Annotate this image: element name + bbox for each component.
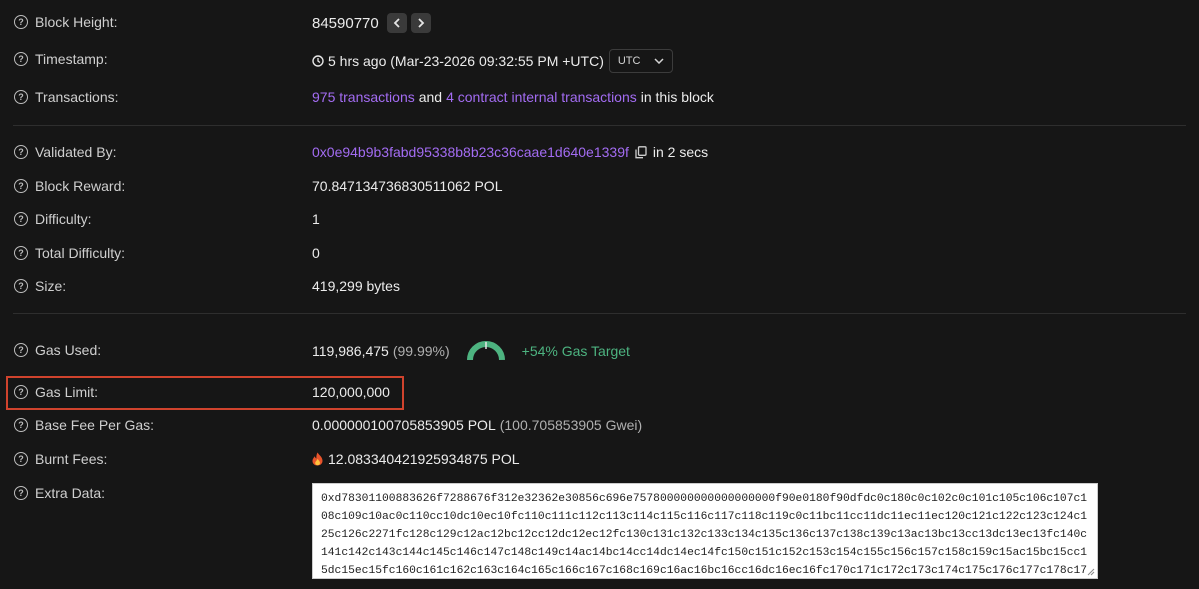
total-difficulty-label: ? Total Difficulty:: [14, 245, 125, 261]
timestamp-value-group: 5 hrs ago (Mar-23-2026 09:32:55 PM +UTC)…: [312, 48, 674, 74]
divider: [13, 313, 1186, 314]
extra-data-textarea[interactable]: 0xd78301100883626f7288676f312e32362e3085…: [312, 483, 1098, 579]
help-icon[interactable]: ?: [14, 90, 28, 104]
base-fee-gwei: (100.705853905 Gwei): [499, 417, 643, 433]
chevron-left-icon: [393, 18, 400, 28]
divider: [13, 125, 1186, 126]
total-difficulty-row: ? Total Difficulty: 0: [0, 244, 1199, 264]
base-fee-value: 0.000000100705853905 POL: [312, 417, 496, 433]
extra-data-label: ? Extra Data:: [14, 485, 105, 501]
help-icon[interactable]: ?: [14, 15, 28, 29]
transactions-row: ? Transactions: 975 transactions and 4 co…: [0, 88, 1199, 108]
chevron-down-icon: [654, 58, 664, 64]
internal-transactions-link[interactable]: 4 contract internal transactions: [446, 89, 637, 105]
burnt-fees-label: ? Burnt Fees:: [14, 451, 107, 467]
gas-used-percent: (99.99%): [392, 343, 450, 359]
timestamp-row: ? Timestamp: 5 hrs ago (Mar-23-2026 09:32…: [0, 48, 1199, 74]
timestamp-label: ? Timestamp:: [14, 51, 108, 67]
fire-icon: [312, 452, 323, 466]
validated-time: in 2 secs: [652, 144, 709, 160]
help-icon[interactable]: ?: [14, 279, 28, 293]
block-height-value-group: 84590770: [312, 11, 431, 35]
gas-limit-row: ? Gas Limit: 120,000,000: [0, 383, 1199, 403]
resize-handle-icon[interactable]: [1087, 568, 1095, 576]
block-reward-row: ? Block Reward: 70.847134736830511062 POL: [0, 177, 1199, 197]
help-icon[interactable]: ?: [14, 343, 28, 357]
gas-target: +54% Gas Target: [521, 343, 630, 359]
burnt-fees-value-group: 12.083340421925934875 POL: [312, 451, 520, 467]
validated-by-row: ? Validated By: 0x0e94b9b3fabd95338b8b23c…: [0, 143, 1199, 163]
clock-icon: [312, 55, 324, 67]
help-icon[interactable]: ?: [14, 212, 28, 226]
help-icon[interactable]: ?: [14, 179, 28, 193]
gas-limit-value: 120,000,000: [312, 384, 390, 400]
gas-used-value-group: 119,986,475 (99.99%) +54% Gas Target: [312, 338, 630, 364]
burnt-fees-row: ? Burnt Fees: 12.083340421925934875 POL: [0, 450, 1199, 470]
block-height-label: ? Block Height:: [14, 14, 117, 30]
size-row: ? Size: 419,299 bytes: [0, 277, 1199, 297]
timezone-select[interactable]: UTC: [608, 49, 674, 73]
validated-by-label: ? Validated By:: [14, 144, 116, 160]
help-icon[interactable]: ?: [14, 246, 28, 260]
transactions-label: ? Transactions:: [14, 89, 119, 105]
transactions-link[interactable]: 975 transactions: [312, 89, 415, 105]
timestamp-value: 5 hrs ago (Mar-23-2026 09:32:55 PM +UTC): [328, 53, 604, 69]
block-reward-value: 70.847134736830511062 POL: [312, 178, 503, 194]
validated-by-value: 0x0e94b9b3fabd95338b8b23c36caae1d640e133…: [312, 144, 708, 160]
block-height-row: ? Block Height: 84590770: [0, 11, 1199, 35]
gas-limit-label: ? Gas Limit:: [14, 384, 98, 400]
base-fee-value-group: 0.000000100705853905 POL (100.705853905 …: [312, 417, 642, 433]
block-reward-label: ? Block Reward:: [14, 178, 125, 194]
gas-used-row: ? Gas Used: 119,986,475 (99.99%) +54% Gas…: [0, 338, 1199, 364]
block-height-value: 84590770: [312, 14, 379, 32]
copy-icon[interactable]: [635, 145, 647, 159]
transactions-value: 975 transactions and 4 contract internal…: [312, 89, 714, 105]
help-icon[interactable]: ?: [14, 452, 28, 466]
base-fee-label: ? Base Fee Per Gas:: [14, 417, 154, 433]
difficulty-label: ? Difficulty:: [14, 211, 92, 227]
burnt-fees-value: 12.083340421925934875 POL: [328, 451, 520, 467]
difficulty-row: ? Difficulty: 1: [0, 210, 1199, 230]
size-value: 419,299 bytes: [312, 278, 400, 294]
next-block-button[interactable]: [410, 13, 431, 33]
previous-block-button[interactable]: [386, 13, 407, 33]
gas-used-label: ? Gas Used:: [14, 342, 101, 358]
total-difficulty-value: 0: [312, 245, 320, 261]
validator-address-link[interactable]: 0x0e94b9b3fabd95338b8b23c36caae1d640e133…: [312, 144, 629, 160]
gas-used-value: 119,986,475: [312, 343, 389, 359]
help-icon[interactable]: ?: [14, 418, 28, 432]
help-icon[interactable]: ?: [14, 145, 28, 159]
help-icon[interactable]: ?: [14, 385, 28, 399]
difficulty-value: 1: [312, 211, 320, 227]
help-icon[interactable]: ?: [14, 52, 28, 66]
chevron-right-icon: [418, 18, 425, 28]
size-label: ? Size:: [14, 278, 66, 294]
help-icon[interactable]: ?: [14, 486, 28, 500]
gas-gauge-icon: [466, 340, 505, 361]
base-fee-row: ? Base Fee Per Gas: 0.000000100705853905 …: [0, 416, 1199, 436]
